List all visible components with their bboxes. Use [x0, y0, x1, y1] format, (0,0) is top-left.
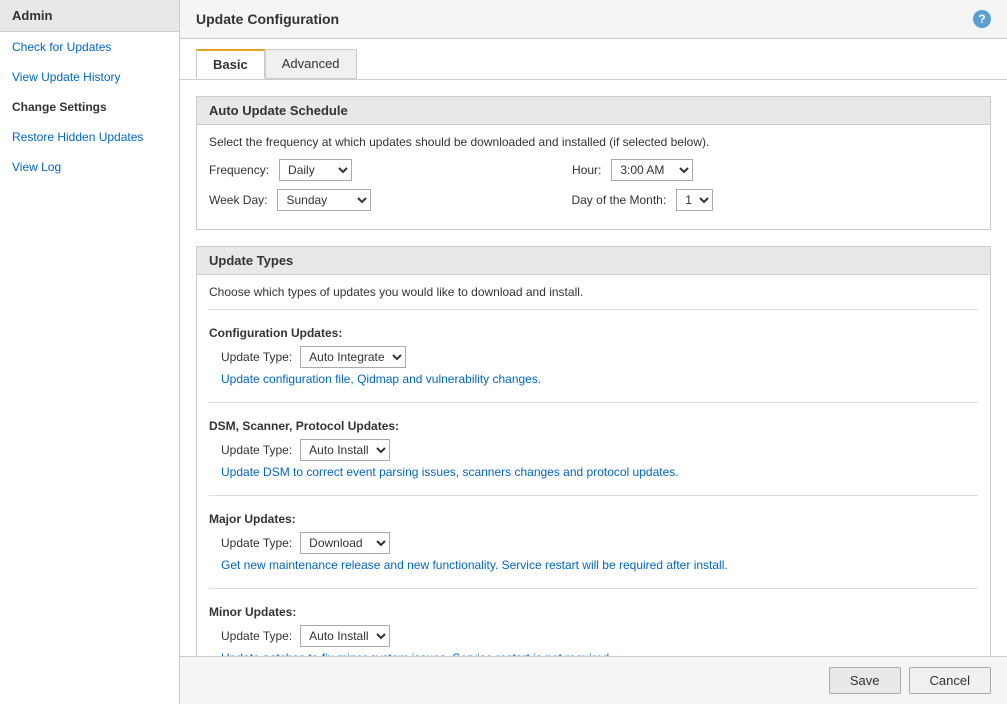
dsm-type-select[interactable]: Auto Install Download Disable [300, 439, 390, 461]
dsm-updates-row: Update Type: Auto Install Download Disab… [209, 439, 978, 461]
sidebar-item-view-log[interactable]: View Log [0, 152, 179, 182]
sidebar-item-change-settings[interactable]: Change Settings [0, 92, 179, 122]
config-updates-row: Update Type: Auto Integrate Download Dis… [209, 346, 978, 368]
footer: Save Cancel [180, 656, 1007, 704]
sidebar-header: Admin [0, 0, 179, 32]
tab-basic[interactable]: Basic [196, 49, 265, 79]
divider-3 [209, 495, 978, 496]
update-types-description: Choose which types of updates you would … [209, 285, 978, 299]
divider-2 [209, 402, 978, 403]
weekday-group: Week Day: Sunday Monday Tuesday Wednesda… [209, 189, 371, 211]
tab-advanced[interactable]: Advanced [265, 49, 357, 79]
page-title: Update Configuration [196, 11, 339, 27]
day-of-month-group: Day of the Month: 12345 [571, 189, 713, 211]
minor-updates-title: Minor Updates: [209, 605, 978, 619]
config-type-label: Update Type: [221, 350, 292, 364]
frequency-select[interactable]: Daily Weekly Monthly [279, 159, 352, 181]
config-updates-title: Configuration Updates: [209, 326, 978, 340]
frequency-label: Frequency: [209, 163, 269, 177]
major-type-label: Update Type: [221, 536, 292, 550]
update-types-header: Update Types [197, 247, 990, 275]
divider-1 [209, 309, 978, 310]
save-button[interactable]: Save [829, 667, 901, 694]
day-of-month-select[interactable]: 12345 [676, 189, 713, 211]
minor-type-label: Update Type: [221, 629, 292, 643]
sidebar-item-check-updates[interactable]: Check for Updates [0, 32, 179, 62]
sidebar-item-view-history[interactable]: View Update History [0, 62, 179, 92]
frequency-hour-row: Frequency: Daily Weekly Monthly Hour: 3:… [209, 159, 978, 181]
auto-update-schedule-body: Select the frequency at which updates sh… [197, 125, 990, 229]
auto-update-schedule-header: Auto Update Schedule [197, 97, 990, 125]
major-updates-title: Major Updates: [209, 512, 978, 526]
dsm-updates-desc: Update DSM to correct event parsing issu… [209, 465, 978, 479]
auto-update-schedule-section: Auto Update Schedule Select the frequenc… [196, 96, 991, 230]
minor-updates-section: Minor Updates: Update Type: Auto Install… [209, 597, 978, 656]
update-types-section: Update Types Choose which types of updat… [196, 246, 991, 656]
config-updates-desc: Update configuration file, Qidmap and vu… [209, 372, 978, 386]
sidebar-item-restore-hidden[interactable]: Restore Hidden Updates [0, 122, 179, 152]
frequency-group: Frequency: Daily Weekly Monthly [209, 159, 352, 181]
hour-group: Hour: 3:00 AM 12:00 AM 6:00 AM 12:00 PM … [572, 159, 693, 181]
week-day-select[interactable]: Sunday Monday Tuesday Wednesday Thursday… [277, 189, 371, 211]
dsm-type-label: Update Type: [221, 443, 292, 457]
config-updates-section: Configuration Updates: Update Type: Auto… [209, 318, 978, 394]
week-day-label: Week Day: [209, 193, 267, 207]
cancel-button[interactable]: Cancel [909, 667, 991, 694]
sidebar: Admin Check for Updates View Update Hist… [0, 0, 180, 704]
update-types-body: Choose which types of updates you would … [197, 275, 990, 656]
hour-label: Hour: [572, 163, 601, 177]
auto-update-schedule-description: Select the frequency at which updates sh… [209, 135, 978, 149]
dsm-updates-title: DSM, Scanner, Protocol Updates: [209, 419, 978, 433]
weekday-dom-row: Week Day: Sunday Monday Tuesday Wednesda… [209, 189, 978, 211]
major-updates-section: Major Updates: Update Type: Download Aut… [209, 504, 978, 580]
tabs-area: Basic Advanced [180, 39, 1007, 80]
hour-select[interactable]: 3:00 AM 12:00 AM 6:00 AM 12:00 PM 6:00 P… [611, 159, 693, 181]
dsm-updates-section: DSM, Scanner, Protocol Updates: Update T… [209, 411, 978, 487]
major-updates-desc: Get new maintenance release and new func… [209, 558, 978, 572]
divider-4 [209, 588, 978, 589]
content-header: Update Configuration ? [180, 0, 1007, 39]
major-type-select[interactable]: Download Auto Install Disable [300, 532, 390, 554]
minor-updates-row: Update Type: Auto Install Download Disab… [209, 625, 978, 647]
tabs: Basic Advanced [196, 49, 991, 79]
main-content: Update Configuration ? Basic Advanced Au… [180, 0, 1007, 704]
day-of-month-label: Day of the Month: [571, 193, 666, 207]
config-type-select[interactable]: Auto Integrate Download Disable [300, 346, 406, 368]
content-body: Auto Update Schedule Select the frequenc… [180, 80, 1007, 656]
major-updates-row: Update Type: Download Auto Install Disab… [209, 532, 978, 554]
minor-type-select[interactable]: Auto Install Download Disable [300, 625, 390, 647]
help-icon[interactable]: ? [973, 10, 991, 28]
